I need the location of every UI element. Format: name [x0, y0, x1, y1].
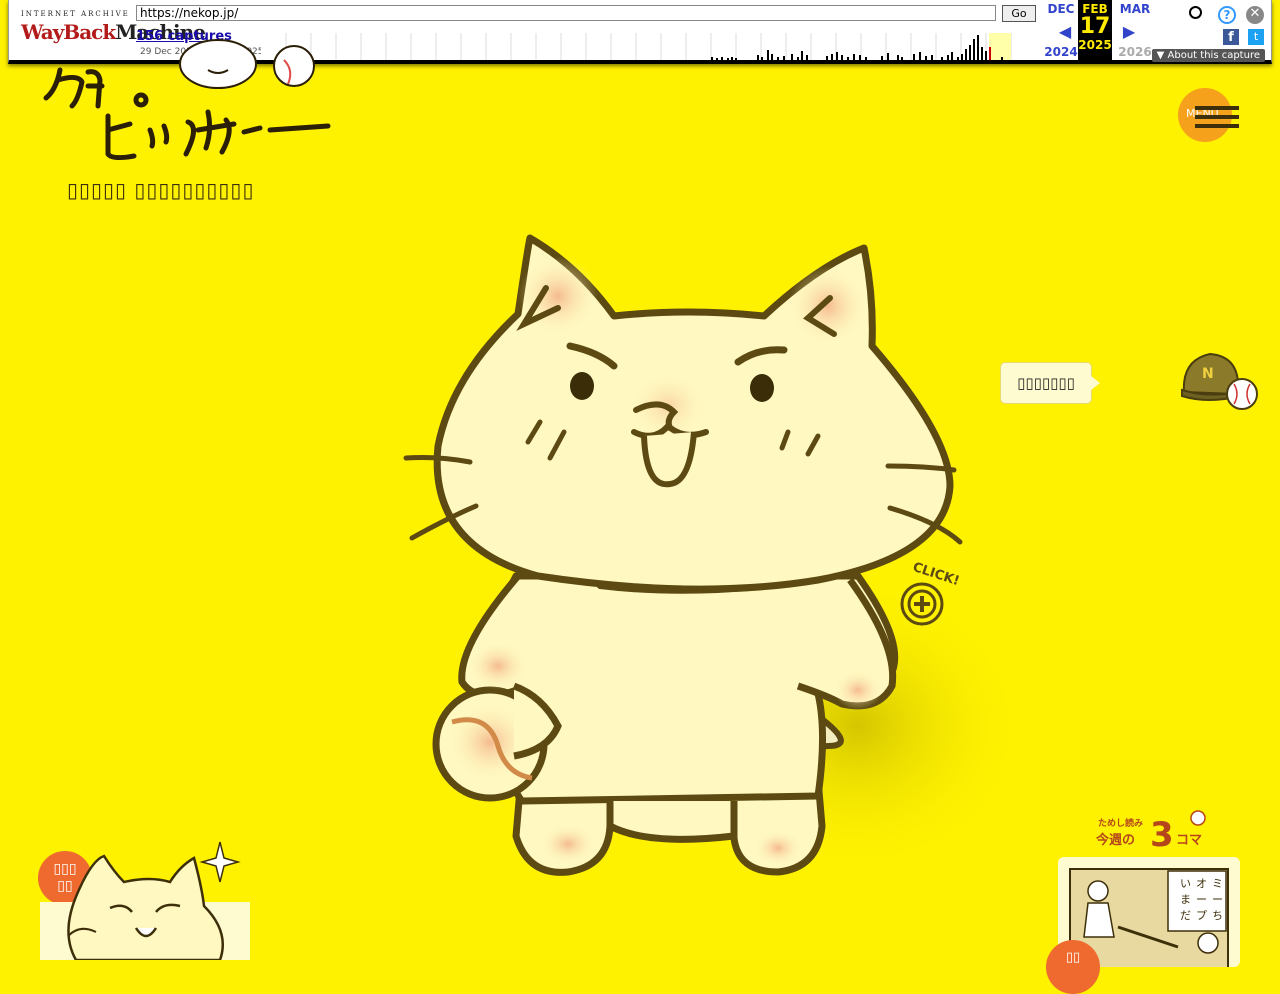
trial-num: 3: [1150, 815, 1174, 852]
twitter-icon[interactable]: t: [1248, 29, 1264, 45]
menu-bar-icon: [1195, 106, 1239, 110]
menu-bar-icon: [1195, 115, 1239, 119]
svg-text:ま: ま: [1180, 893, 1191, 906]
go-button[interactable]: Go: [1002, 5, 1036, 22]
menu-bar-icon: [1195, 124, 1239, 128]
cat-pitcher-illustration[interactable]: [398, 226, 1018, 886]
prev-month[interactable]: DEC: [1043, 2, 1079, 16]
baseball-cap-icon[interactable]: N: [1178, 346, 1262, 416]
bottom-nav-button[interactable]: ▯▯: [1046, 940, 1100, 994]
svg-text:い: い: [1180, 877, 1191, 890]
svg-text:ー: ー: [1212, 893, 1223, 906]
svg-text:オ: オ: [1196, 877, 1207, 890]
capture-sparkline[interactable]: [261, 33, 1036, 60]
next-month[interactable]: MAR: [1117, 2, 1153, 16]
trial-big-text: 今週の: [1095, 832, 1135, 848]
menu-button[interactable]: MENU: [1178, 88, 1239, 142]
svg-text:だ: だ: [1180, 909, 1191, 922]
url-input[interactable]: https://nekop.jp/: [136, 5, 996, 21]
svg-text:ミ: ミ: [1212, 877, 1223, 890]
help-icon[interactable]: ?: [1218, 6, 1236, 24]
trial-small-text: ためし読み: [1098, 817, 1143, 829]
cur-year: 2025: [1078, 38, 1112, 52]
trial-unit: コマ: [1176, 833, 1202, 848]
close-icon[interactable]: ✕: [1246, 6, 1264, 24]
next-arrow-icon[interactable]: ▶: [1111, 22, 1147, 41]
svg-text:プ: プ: [1196, 909, 1207, 922]
mascot-cat-illustration: [40, 841, 250, 960]
about-capture-button[interactable]: ▼ About this capture: [1151, 49, 1265, 62]
site-tagline: ▯▯▯▯▯ ▯▯▯▯▯▯▯▯▯▯: [67, 178, 255, 202]
next-year: 2026: [1118, 45, 1152, 59]
site-logo[interactable]: [38, 30, 338, 170]
svg-text:ー: ー: [1196, 893, 1207, 906]
svg-text:N: N: [1202, 366, 1214, 382]
ia-label: INTERNET ARCHIVE: [21, 10, 130, 18]
account-icon[interactable]: [1189, 6, 1202, 19]
trial-read-title: ためし読み 今週の 3 コマ: [1095, 810, 1206, 852]
click-zoom-button[interactable]: CLICK!: [896, 560, 966, 632]
current-capture-date: FEB 17 2025: [1078, 0, 1112, 62]
prev-year[interactable]: 2024: [1043, 45, 1079, 59]
cur-day: 17: [1079, 14, 1111, 39]
facebook-icon[interactable]: f: [1223, 29, 1239, 45]
svg-text:ち: ち: [1212, 909, 1223, 922]
